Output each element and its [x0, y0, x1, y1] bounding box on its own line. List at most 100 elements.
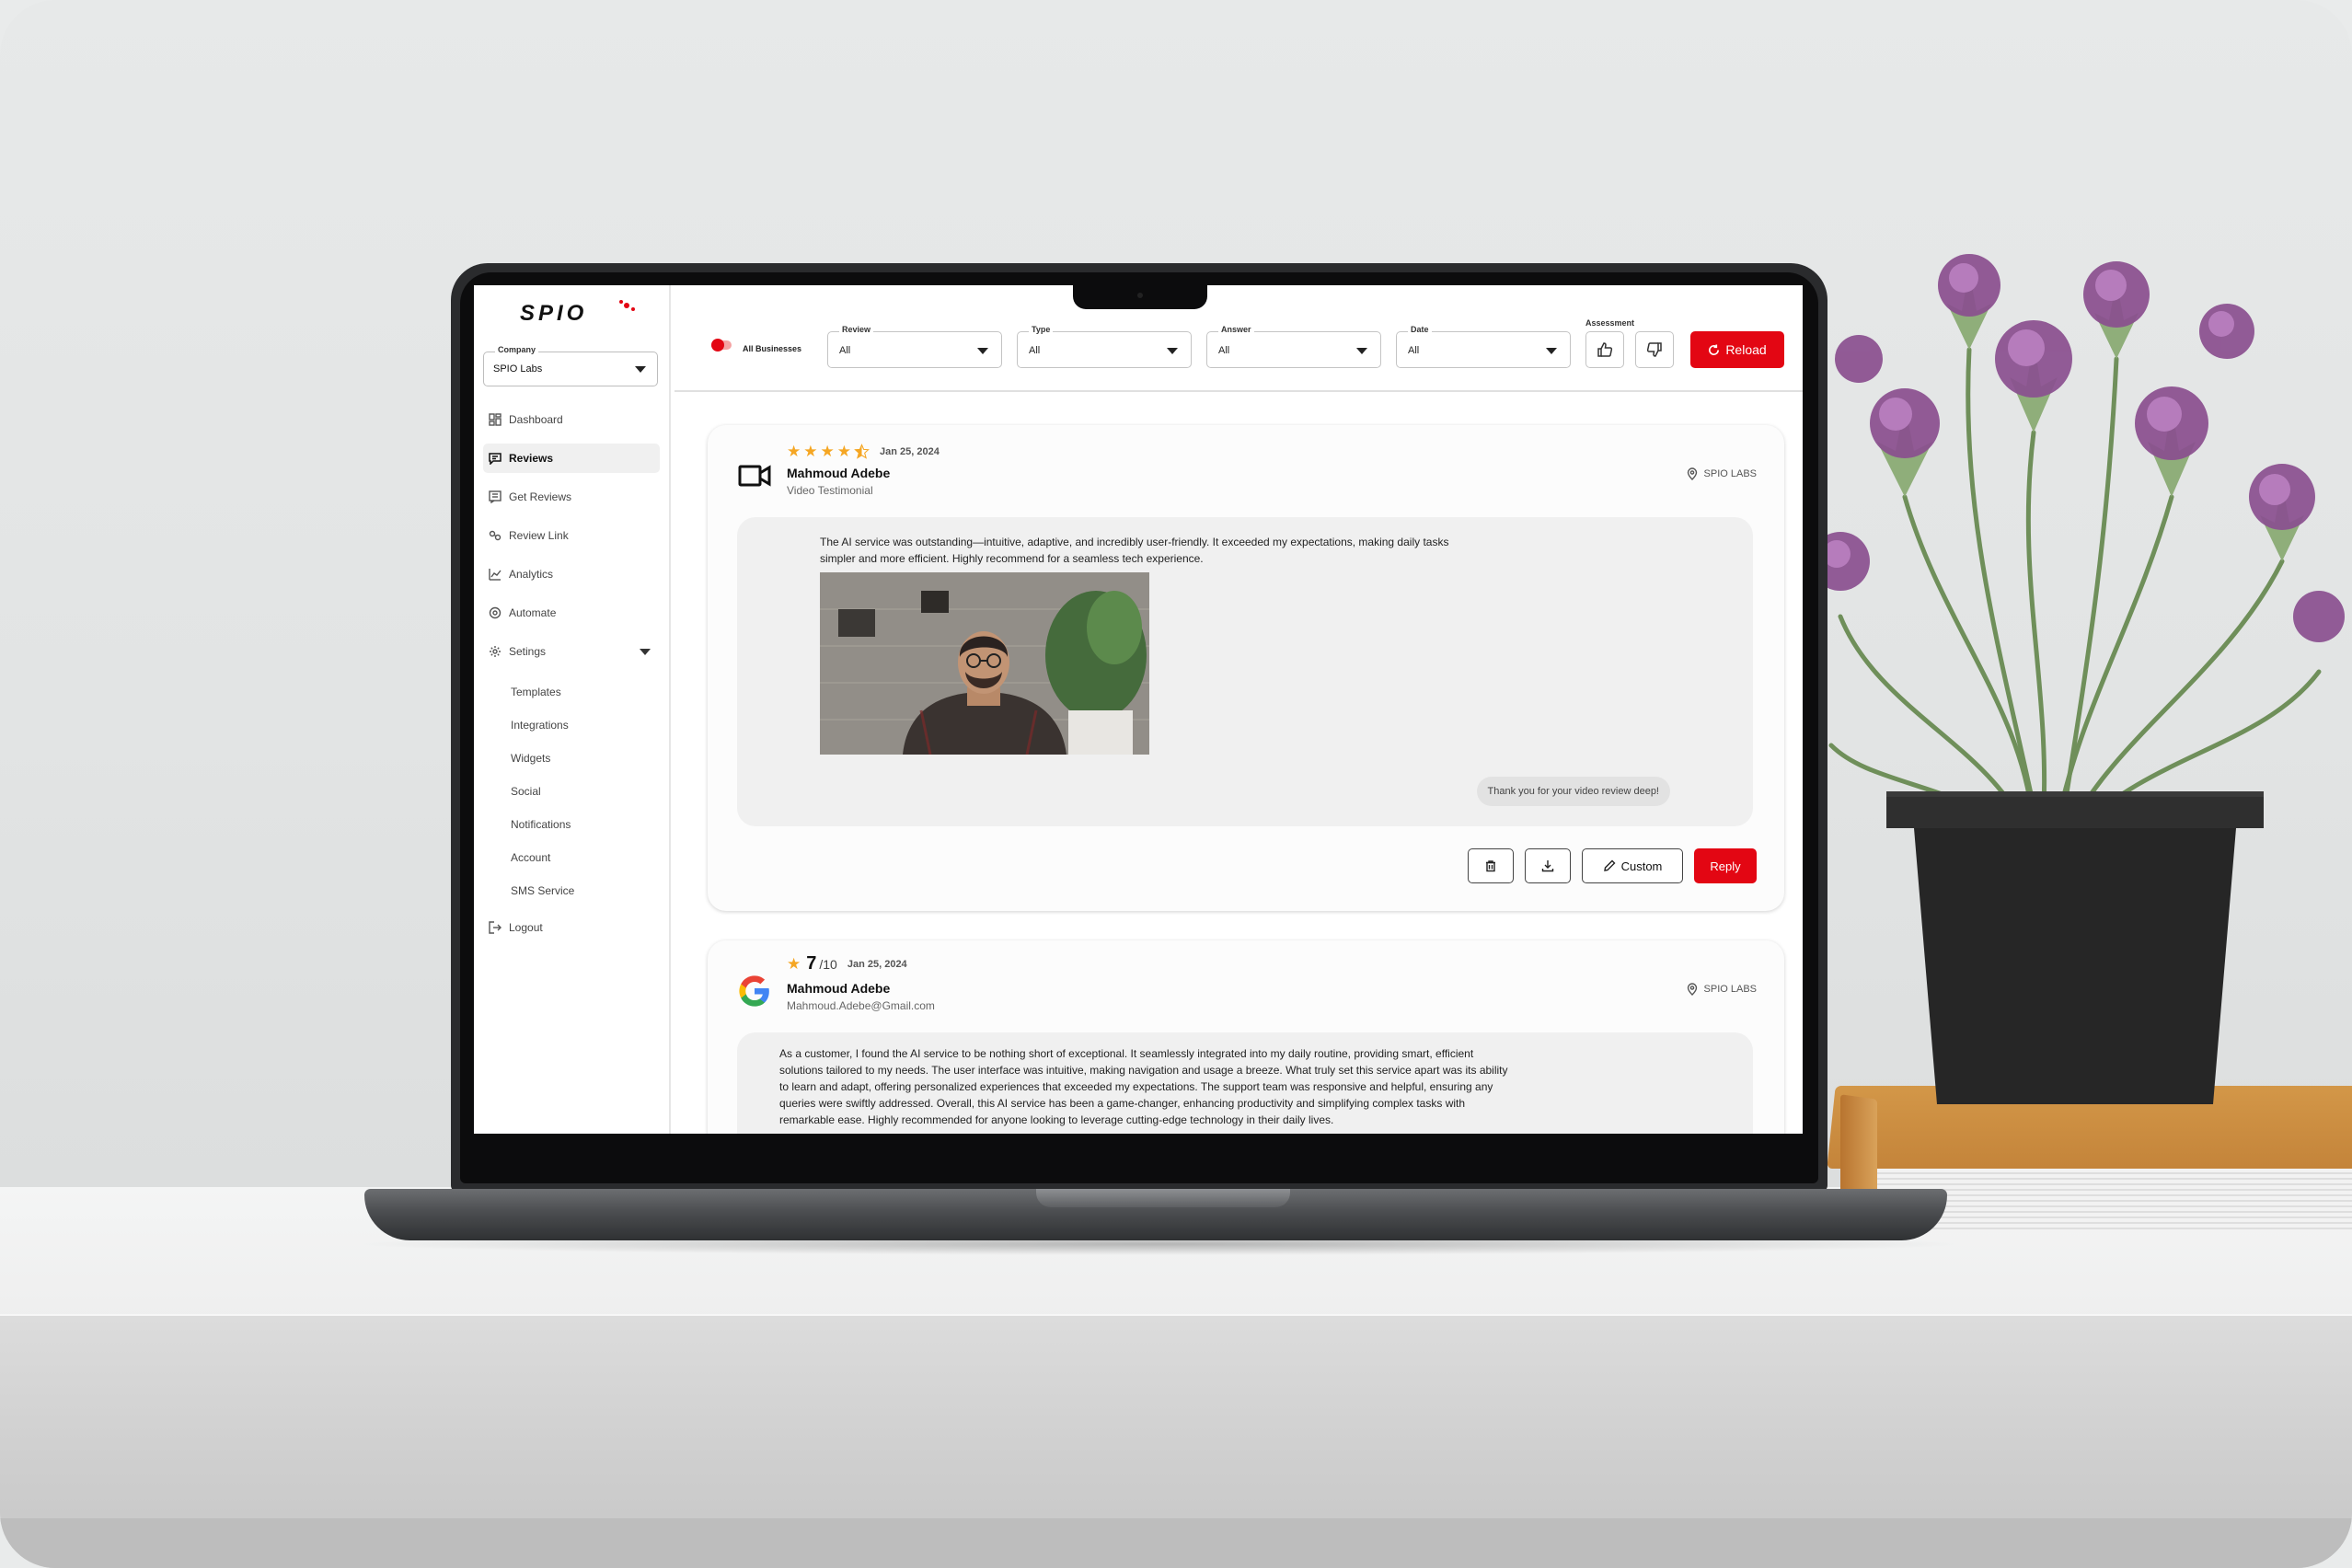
reload-button[interactable]: Reload [1690, 331, 1784, 368]
chevron-down-icon [635, 366, 646, 373]
review-text-line: queries were swiftly addressed. Overall,… [779, 1097, 1466, 1110]
logout-icon [489, 921, 502, 934]
rating-scale: /10 [819, 956, 837, 972]
star-icon: ★ [836, 443, 851, 460]
review-location: SPIO LABS [1686, 467, 1757, 480]
all-businesses-label: All Businesses [743, 344, 802, 353]
review-text-line: to learn and adapt, offering personalize… [779, 1080, 1493, 1093]
chevron-down-icon [977, 348, 988, 354]
review-filter-label: Review [839, 325, 874, 334]
sidebar-subitem-widgets[interactable]: Widgets [483, 742, 660, 775]
review-text-line: remarkable ease. Highly recommended for … [779, 1113, 1334, 1126]
sidebar-item-label: Setings [509, 645, 547, 658]
video-thumbnail[interactable] [820, 572, 1149, 755]
sidebar-item-reviews[interactable]: Reviews [483, 444, 660, 473]
sidebar-item-label: Logout [509, 921, 543, 934]
sidebar-item-label: Review Link [509, 529, 569, 542]
sidebar-item-label: Reviews [509, 452, 554, 465]
reply-bubble: Thank you for your video review deep! [1476, 777, 1670, 806]
review-actions: Custom Reply [1468, 848, 1757, 883]
thumbs-up-icon [1597, 342, 1613, 357]
sidebar-item-review-link[interactable]: Review Link [483, 521, 660, 550]
sidebar-item-label: Dashboard [509, 413, 563, 426]
sidebar-subitem-templates[interactable]: Templates [483, 675, 660, 709]
refresh-icon [1709, 343, 1720, 355]
location-label: SPIO LABS [1703, 468, 1757, 479]
trash-icon [1486, 860, 1495, 872]
desk-bottom [0, 1518, 2352, 1568]
sidebar: SPIO Company SPIO Labs Dashboard Reviews… [474, 285, 671, 1134]
sidebar-item-dashboard[interactable]: Dashboard [483, 405, 660, 434]
half-star-icon [854, 444, 870, 459]
thumbs-up-button[interactable] [1585, 331, 1624, 368]
delete-button[interactable] [1468, 848, 1514, 883]
get-reviews-icon [489, 490, 502, 503]
gear-icon [489, 645, 502, 658]
rating-score: 7 [806, 953, 817, 974]
review-text-line: simpler and more efficient. Highly recom… [820, 552, 1204, 565]
sidebar-item-get-reviews[interactable]: Get Reviews [483, 482, 660, 512]
custom-button[interactable]: Custom [1582, 848, 1683, 883]
review-filter-select[interactable]: Review All [827, 325, 1002, 368]
thumbs-down-button[interactable] [1635, 331, 1674, 368]
analytics-icon [489, 568, 502, 581]
reviewer-email: Mahmoud.Adebe@Gmail.com [787, 999, 935, 1012]
sidebar-item-settings[interactable]: Setings [483, 637, 660, 666]
sidebar-item-logout[interactable]: Logout [483, 913, 660, 942]
date-filter-value: All [1408, 345, 1420, 356]
review-body: The AI service was outstanding—intuitive… [737, 517, 1753, 826]
sidebar-item-analytics[interactable]: Analytics [483, 559, 660, 589]
download-icon [1541, 860, 1554, 872]
review-body: As a customer, I found the AI service to… [737, 1032, 1753, 1134]
type-filter-select[interactable]: Type All [1017, 325, 1192, 368]
reply-button[interactable]: Reply [1694, 848, 1757, 883]
toggle-knob[interactable] [711, 339, 724, 352]
score-rating: ★ 7 /10 Jan 25, 2024 [787, 953, 907, 974]
google-icon [739, 975, 769, 1007]
sidebar-subitem-social[interactable]: Social [483, 775, 660, 808]
review-subtitle: Video Testimonial [787, 484, 873, 497]
app-screen: SPIO Company SPIO Labs Dashboard Reviews… [474, 285, 1803, 1134]
company-select[interactable]: Company SPIO Labs [483, 345, 658, 386]
sidebar-subitem-integrations[interactable]: Integrations [483, 709, 660, 742]
date-filter-select[interactable]: Date All [1396, 325, 1571, 368]
sidebar-subitem-sms-service[interactable]: SMS Service [483, 874, 660, 907]
sidebar-subitem-account[interactable]: Account [483, 841, 660, 874]
automate-icon [489, 606, 502, 619]
star-icon: ★ [820, 443, 835, 460]
photo-scene: SPIO Company SPIO Labs Dashboard Reviews… [0, 0, 2352, 1568]
type-filter-label: Type [1029, 325, 1054, 334]
chevron-down-icon [1546, 348, 1557, 354]
download-button[interactable] [1525, 848, 1571, 883]
sidebar-item-label: Analytics [509, 568, 554, 581]
sidebar-nav: Dashboard Reviews Get Reviews Review Lin… [483, 405, 660, 951]
review-card: ★ ★ ★ ★ Jan 25, 2024 Mahmoud Adebe Video… [708, 425, 1784, 911]
chevron-down-icon [1167, 348, 1178, 354]
review-text-line: As a customer, I found the AI service to… [779, 1047, 1474, 1060]
svg-text:SPIO: SPIO [520, 301, 587, 326]
reload-label: Reload [1725, 342, 1767, 357]
date-filter-label: Date [1408, 325, 1432, 334]
answer-filter-select[interactable]: Answer All [1206, 325, 1381, 368]
plant-illustration [1811, 254, 2345, 831]
review-text-line: The AI service was outstanding—intuitive… [820, 536, 1449, 548]
spio-logo: SPIO [520, 300, 635, 326]
star-rating: ★ ★ ★ ★ Jan 25, 2024 [787, 444, 940, 459]
pencil-icon [1603, 859, 1616, 871]
answer-filter-label: Answer [1218, 325, 1254, 334]
dashboard-icon [489, 413, 502, 426]
assessment-label: Assessment [1585, 318, 1635, 328]
filter-bar: All Businesses Review All Type All Answe… [674, 285, 1803, 392]
answer-filter-value: All [1218, 345, 1230, 356]
sidebar-subitem-notifications[interactable]: Notifications [483, 808, 660, 841]
link-icon [489, 529, 502, 542]
company-value: SPIO Labs [493, 363, 543, 375]
review-location: SPIO LABS [1686, 983, 1757, 996]
video-camera-icon [738, 465, 771, 487]
webcam [1137, 293, 1143, 298]
location-label: SPIO LABS [1703, 984, 1757, 995]
sidebar-item-automate[interactable]: Automate [483, 598, 660, 628]
company-label: Company [495, 345, 539, 354]
sidebar-item-label: Automate [509, 606, 557, 619]
plant-pot [1886, 791, 2264, 1104]
